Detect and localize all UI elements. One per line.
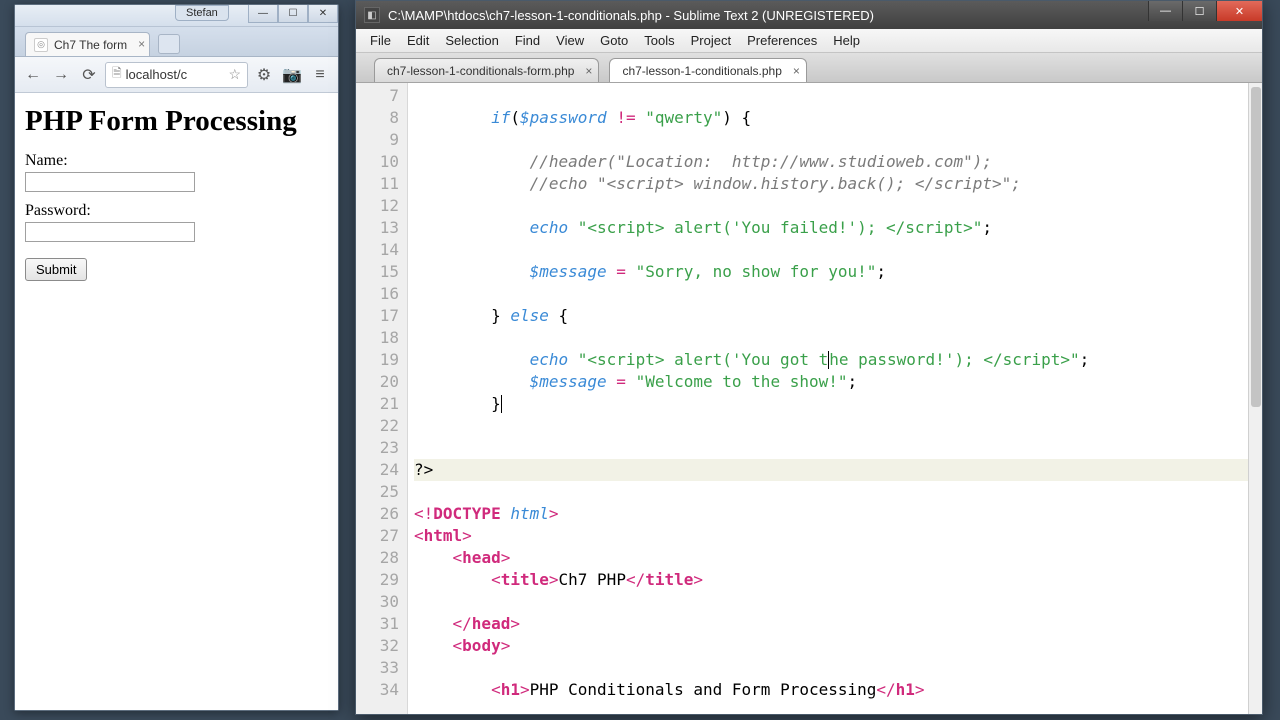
editor-minimize-button[interactable]: — xyxy=(1148,1,1182,21)
address-bar[interactable]: 🗎 localhost/c ☆ xyxy=(105,62,248,88)
tab-close-icon[interactable]: × xyxy=(138,37,145,51)
minimize-button[interactable]: — xyxy=(248,5,278,23)
editor-tab-label: ch7-lesson-1-conditionals-form.php xyxy=(387,64,574,78)
page-icon: 🗎 xyxy=(112,64,122,85)
name-input[interactable] xyxy=(25,172,195,192)
page-heading: PHP Form Processing xyxy=(25,105,328,138)
forward-button[interactable]: → xyxy=(49,63,73,87)
menu-icon[interactable]: ≡ xyxy=(308,63,332,87)
editor-tab-label: ch7-lesson-1-conditionals.php xyxy=(622,64,781,78)
browser-toolbar: ← → ⟳ 🗎 localhost/c ☆ ⚙ 📷 ≡ xyxy=(15,57,338,93)
menu-edit[interactable]: Edit xyxy=(399,33,437,48)
back-button[interactable]: ← xyxy=(21,63,45,87)
menu-file[interactable]: File xyxy=(362,33,399,48)
user-badge[interactable]: Stefan xyxy=(175,5,229,21)
menu-view[interactable]: View xyxy=(548,33,592,48)
submit-button[interactable]: Submit xyxy=(25,258,87,281)
menu-find[interactable]: Find xyxy=(507,33,548,48)
menu-preferences[interactable]: Preferences xyxy=(739,33,825,48)
vertical-scrollbar[interactable] xyxy=(1248,83,1262,714)
screenshot-camera-icon[interactable]: 📷 xyxy=(280,63,304,87)
line-number-gutter: 7891011121314151617181920212223242526272… xyxy=(356,83,408,714)
scrollbar-thumb[interactable] xyxy=(1251,87,1261,407)
settings-gear-icon[interactable]: ⚙ xyxy=(252,63,276,87)
code-editor[interactable]: if($password != "qwerty") { //header("Lo… xyxy=(408,83,1262,714)
editor-tabstrip: ch7-lesson-1-conditionals-form.php × ch7… xyxy=(356,53,1262,83)
browser-titlebar: Stefan — ☐ ✕ xyxy=(15,5,338,27)
bookmark-star-icon[interactable]: ☆ xyxy=(228,66,241,83)
password-input[interactable] xyxy=(25,222,195,242)
browser-tab[interactable]: ◎ Ch7 The form × xyxy=(25,32,150,56)
tab-close-icon[interactable]: × xyxy=(793,64,800,78)
name-label: Name: xyxy=(25,152,328,170)
editor-titlebar: ◧ C:\MAMP\htdocs\ch7-lesson-1-conditiona… xyxy=(356,1,1262,29)
browser-window: Stefan — ☐ ✕ ◎ Ch7 The form × ← → ⟳ 🗎 lo… xyxy=(14,4,339,711)
url-text: localhost/c xyxy=(126,67,187,82)
tab-close-icon[interactable]: × xyxy=(585,64,592,78)
browser-tabstrip: ◎ Ch7 The form × xyxy=(15,27,338,57)
new-tab-button[interactable] xyxy=(158,34,180,54)
reload-button[interactable]: ⟳ xyxy=(77,63,101,87)
editor-window: ◧ C:\MAMP\htdocs\ch7-lesson-1-conditiona… xyxy=(355,0,1263,715)
menu-selection[interactable]: Selection xyxy=(437,33,506,48)
close-button[interactable]: ✕ xyxy=(308,5,338,23)
page-body: PHP Form Processing Name: Password: Subm… xyxy=(15,93,338,710)
menu-project[interactable]: Project xyxy=(683,33,739,48)
editor-maximize-button[interactable]: ☐ xyxy=(1182,1,1216,21)
editor-close-button[interactable]: ✕ xyxy=(1216,1,1262,21)
menu-help[interactable]: Help xyxy=(825,33,868,48)
menu-bar: File Edit Selection Find View Goto Tools… xyxy=(356,29,1262,53)
app-icon: ◧ xyxy=(364,7,380,23)
editor-window-controls: — ☐ ✕ xyxy=(1148,1,1262,21)
password-label: Password: xyxy=(25,202,328,220)
window-controls: — ☐ ✕ xyxy=(248,5,338,23)
editor-area: 7891011121314151617181920212223242526272… xyxy=(356,83,1262,714)
editor-tab-conditionals[interactable]: ch7-lesson-1-conditionals.php × xyxy=(609,58,806,82)
window-title: C:\MAMP\htdocs\ch7-lesson-1-conditionals… xyxy=(388,8,874,23)
favicon-icon: ◎ xyxy=(34,38,48,52)
maximize-button[interactable]: ☐ xyxy=(278,5,308,23)
menu-goto[interactable]: Goto xyxy=(592,33,636,48)
tab-title: Ch7 The form xyxy=(54,38,127,52)
menu-tools[interactable]: Tools xyxy=(636,33,682,48)
editor-tab-form[interactable]: ch7-lesson-1-conditionals-form.php × xyxy=(374,58,599,82)
